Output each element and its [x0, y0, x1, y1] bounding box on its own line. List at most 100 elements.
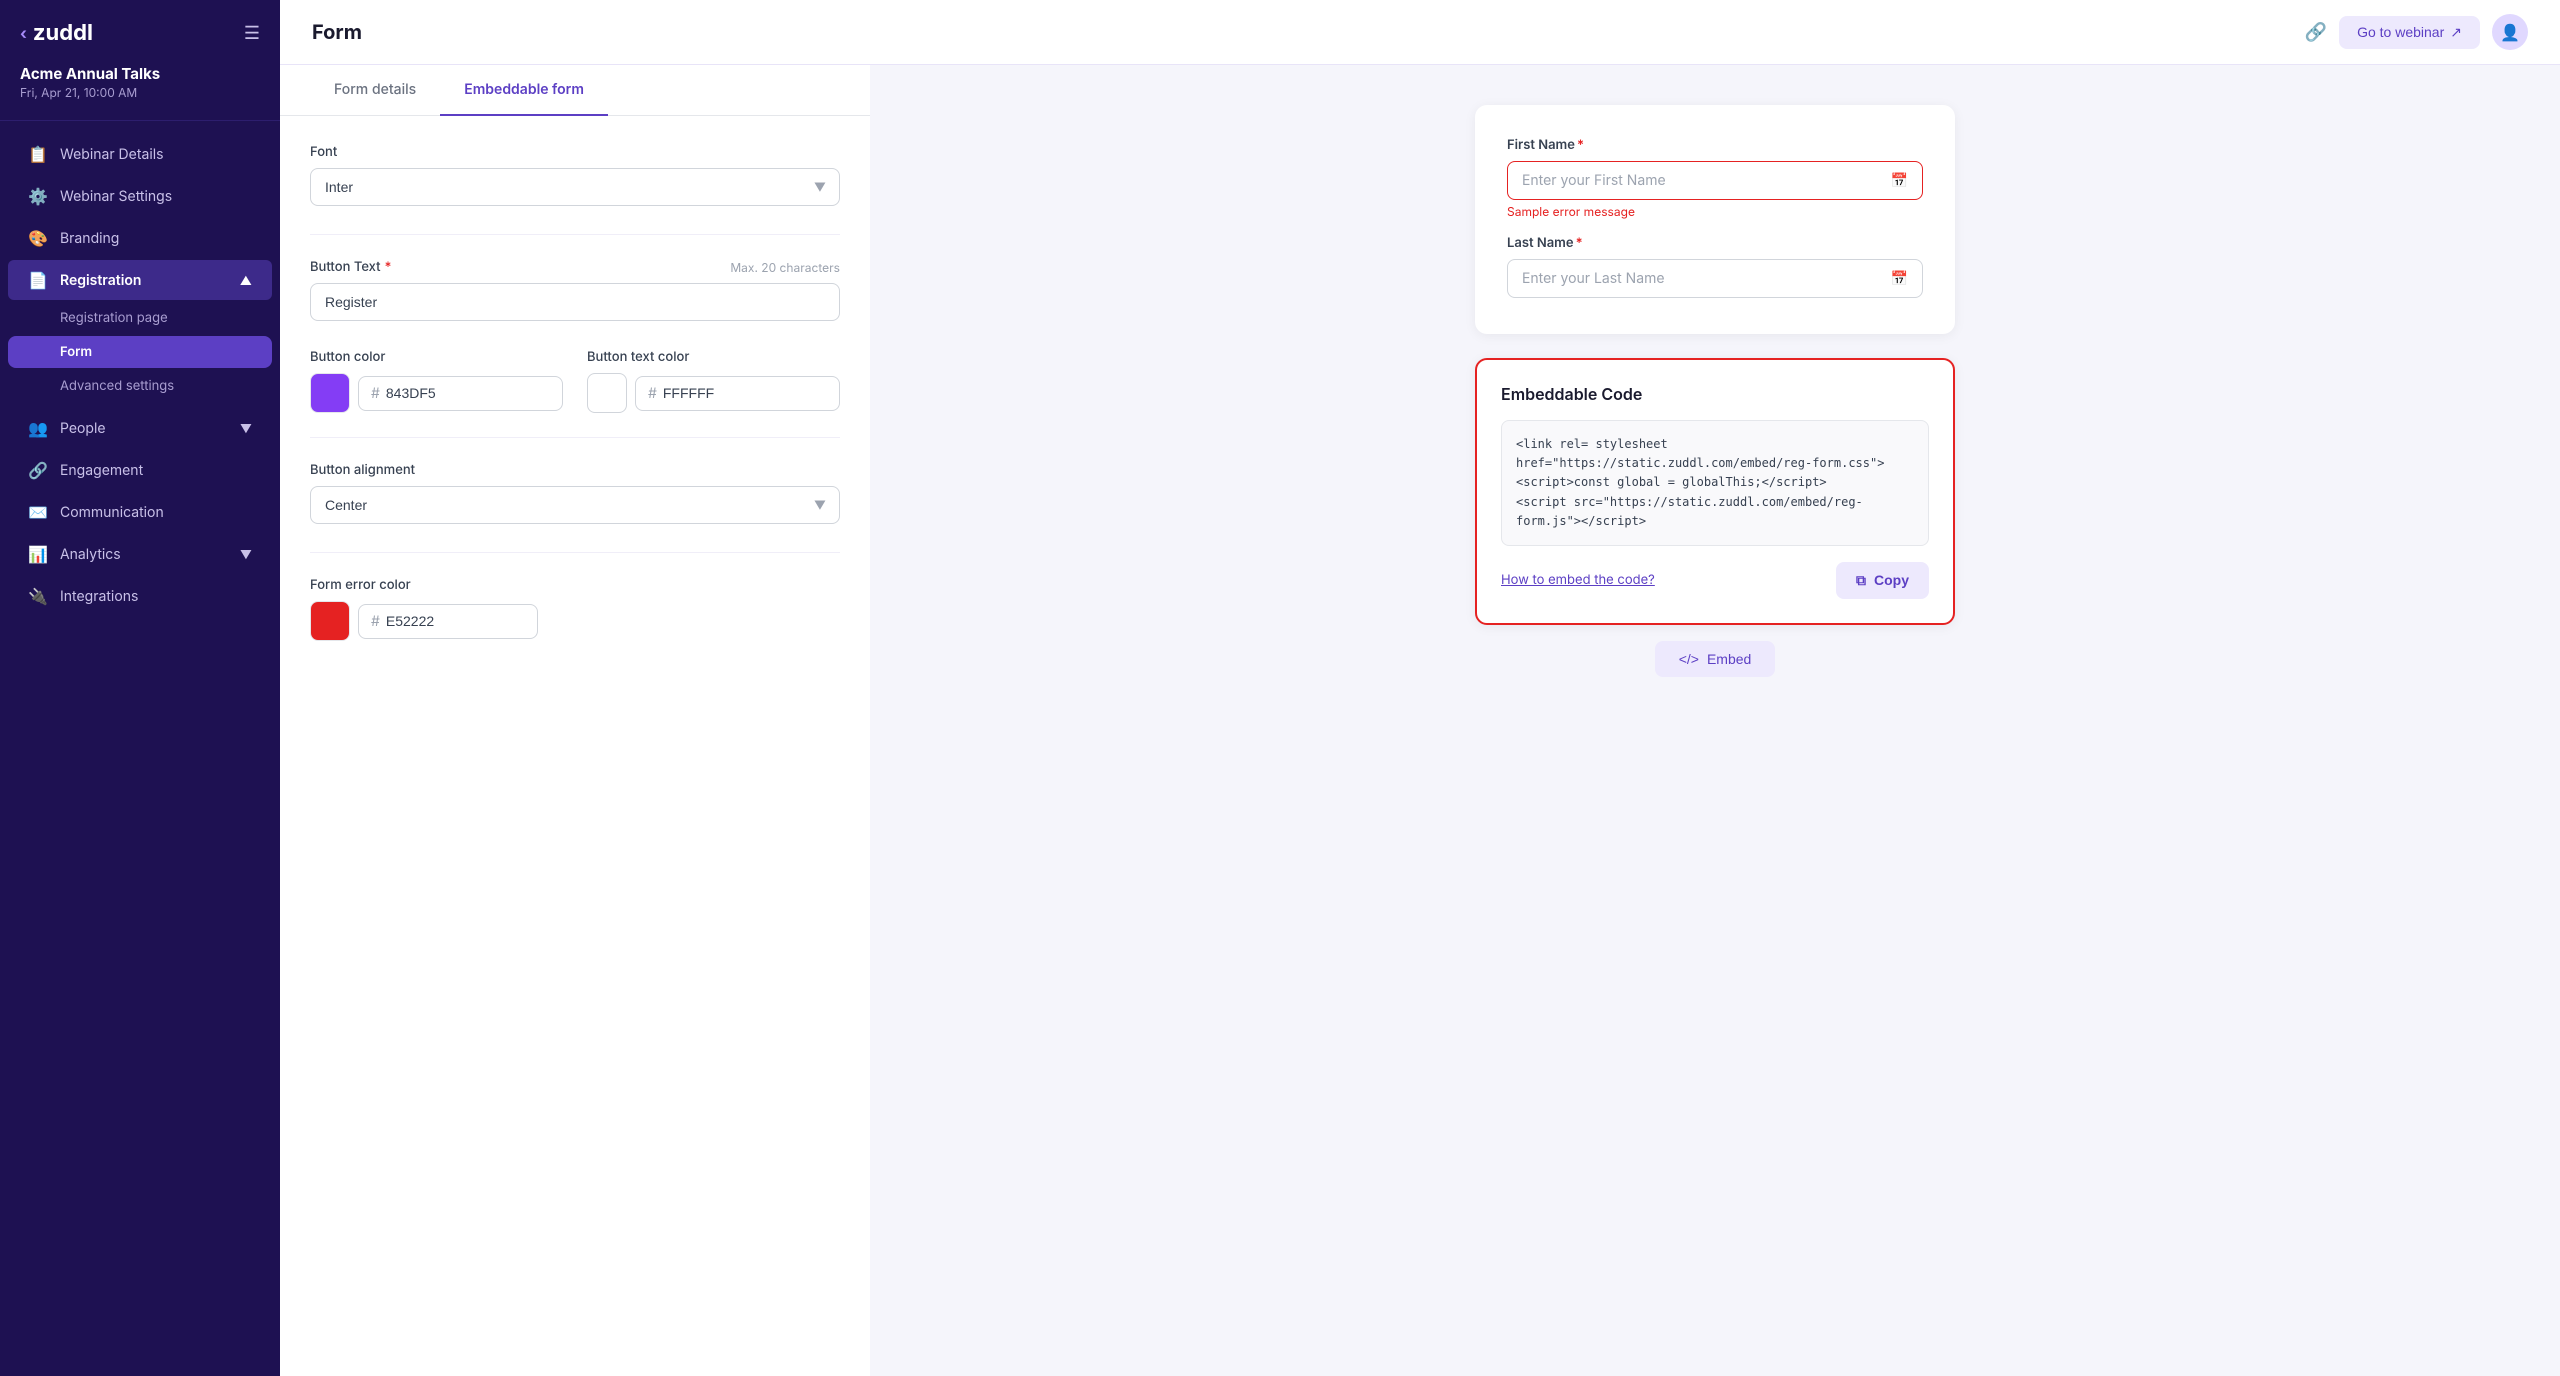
link-icon[interactable]: 🔗	[2305, 22, 2327, 43]
sidebar-item-label: Engagement	[60, 462, 143, 479]
copy-icon: ⧉	[1856, 572, 1866, 589]
first-name-preview-label: First Name *	[1507, 137, 1923, 153]
button-alignment-section: Button alignment Center Left Right ▼	[310, 462, 840, 524]
calendar-icon-2: 📅	[1891, 270, 1908, 287]
embed-card-footer: How to embed the code? ⧉ Copy	[1501, 562, 1929, 599]
analytics-icon: 📊	[28, 544, 48, 564]
event-name: Acme Annual Talks	[0, 56, 280, 85]
form-error-color-swatch[interactable]	[310, 601, 350, 641]
divider-1	[310, 234, 840, 235]
font-label: Font	[310, 144, 840, 160]
hash-symbol-2: #	[648, 385, 657, 402]
required-marker: *	[385, 259, 392, 275]
copy-button[interactable]: ⧉ Copy	[1836, 562, 1929, 599]
sidebar-item-webinar-settings[interactable]: ⚙️ Webinar Settings	[8, 176, 272, 216]
sidebar-item-branding[interactable]: 🎨 Branding	[8, 218, 272, 258]
external-link-icon: ↗	[2450, 24, 2462, 41]
button-color-hex-input[interactable]	[386, 385, 466, 401]
tab-form-details[interactable]: Form details	[310, 65, 440, 116]
sidebar-item-label: Integrations	[60, 588, 138, 605]
first-name-preview-input: Enter your First Name 📅	[1507, 161, 1923, 200]
content-area: Form details Embeddable form Font Inter …	[280, 65, 2560, 1376]
engagement-icon: 🔗	[28, 460, 48, 480]
page-title: Form	[312, 20, 362, 44]
go-to-webinar-button[interactable]: Go to webinar ↗	[2339, 16, 2480, 49]
sidebar-item-label: Registration	[60, 272, 141, 289]
button-text-color-swatch[interactable]	[587, 373, 627, 413]
tab-embeddable-form[interactable]: Embeddable form	[440, 65, 608, 116]
button-color-input-wrapper: #	[310, 373, 563, 413]
button-color-field: Button color #	[310, 349, 563, 413]
sidebar-item-webinar-details[interactable]: 📋 Webinar Details	[8, 134, 272, 174]
button-text-color-hex-input[interactable]	[663, 385, 743, 401]
button-color-hex-wrapper: #	[358, 376, 563, 411]
integrations-icon: 🔌	[28, 586, 48, 606]
sidebar-item-people[interactable]: 👥 People ▼	[8, 408, 272, 448]
chevron-down-icon: ▼	[240, 421, 252, 436]
preview-panel: First Name * Enter your First Name 📅 Sam…	[870, 65, 2560, 1376]
form-error-color-section: Form error color #	[310, 577, 840, 641]
sidebar-logo: ‹ zuddl	[20, 20, 93, 46]
copy-label: Copy	[1874, 572, 1909, 588]
code-icon: </>	[1679, 651, 1699, 667]
form-content: Font Inter Roboto Open Sans ▼	[280, 116, 870, 697]
avatar[interactable]: 👤	[2492, 14, 2528, 50]
mail-icon: ✉️	[28, 502, 48, 522]
sidebar-header: ‹ zuddl ☰	[0, 0, 280, 56]
sidebar-item-registration[interactable]: 📄 Registration ▲	[8, 260, 272, 300]
button-text-label: Button Text * Max. 20 characters	[310, 259, 840, 275]
event-date: Fri, Apr 21, 10:00 AM	[0, 85, 280, 116]
sidebar-item-registration-page[interactable]: Registration page	[8, 302, 272, 334]
alignment-select-wrapper: Center Left Right ▼	[310, 486, 840, 524]
paint-icon: 🎨	[28, 228, 48, 248]
embed-code-text: <link rel= stylesheet href="https://stat…	[1516, 437, 1884, 528]
button-color-label: Button color	[310, 349, 563, 365]
sidebar-nav: 📋 Webinar Details ⚙️ Webinar Settings 🎨 …	[0, 125, 280, 625]
tab-bar: Form details Embeddable form	[280, 65, 870, 116]
first-name-placeholder: Enter your First Name	[1522, 172, 1666, 189]
button-color-swatch[interactable]	[310, 373, 350, 413]
settings-icon: ⚙️	[28, 186, 48, 206]
sidebar-item-communication[interactable]: ✉️ Communication	[8, 492, 272, 532]
calendar-icon: 📅	[1891, 172, 1908, 189]
hash-symbol-1: #	[371, 385, 380, 402]
font-section: Font Inter Roboto Open Sans ▼	[310, 144, 840, 206]
sidebar-item-advanced-settings[interactable]: Advanced settings	[8, 370, 272, 402]
button-text-input[interactable]	[310, 283, 840, 321]
sidebar-item-label: Webinar Settings	[60, 188, 172, 205]
back-arrow-icon[interactable]: ‹	[20, 23, 27, 43]
font-select[interactable]: Inter Roboto Open Sans	[310, 168, 840, 206]
embed-label: Embed	[1707, 651, 1751, 667]
embed-code-title: Embeddable Code	[1501, 384, 1929, 404]
divider-2	[310, 437, 840, 438]
button-text-color-input-wrapper: #	[587, 373, 840, 413]
button-text-color-hex-wrapper: #	[635, 376, 840, 411]
sidebar-item-form[interactable]: Form	[8, 336, 272, 368]
people-icon: 👥	[28, 418, 48, 438]
embed-code-box: <link rel= stylesheet href="https://stat…	[1501, 420, 1929, 546]
sidebar-item-integrations[interactable]: 🔌 Integrations	[8, 576, 272, 616]
embed-code-card: Embeddable Code <link rel= stylesheet hr…	[1475, 358, 1955, 625]
embed-button[interactable]: </> Embed	[1655, 641, 1776, 677]
how-to-embed-link[interactable]: How to embed the code?	[1501, 572, 1655, 588]
sidebar-item-engagement[interactable]: 🔗 Engagement	[8, 450, 272, 490]
button-text-hint: Max. 20 characters	[730, 260, 840, 275]
sidebar: ‹ zuddl ☰ Acme Annual Talks Fri, Apr 21,…	[0, 0, 280, 1376]
sidebar-item-analytics[interactable]: 📊 Analytics ▼	[8, 534, 272, 574]
hash-symbol-3: #	[371, 613, 380, 630]
topbar: Form 🔗 Go to webinar ↗ 👤	[280, 0, 2560, 65]
button-alignment-select[interactable]: Center Left Right	[310, 486, 840, 524]
font-select-wrapper: Inter Roboto Open Sans ▼	[310, 168, 840, 206]
registration-submenu: Registration page Form Advanced settings	[0, 301, 280, 407]
last-name-preview-label: Last Name *	[1507, 235, 1923, 251]
preview-bottom: </> Embed	[1475, 625, 1955, 677]
form-error-color-input-wrapper: #	[310, 601, 840, 641]
hamburger-icon[interactable]: ☰	[244, 23, 260, 44]
clipboard-icon: 📋	[28, 144, 48, 164]
first-name-error: Sample error message	[1507, 204, 1923, 219]
form-error-color-hex-input[interactable]	[386, 613, 466, 629]
form-preview-card: First Name * Enter your First Name 📅 Sam…	[1475, 105, 1955, 334]
document-icon: 📄	[28, 270, 48, 290]
sidebar-item-label: Branding	[60, 230, 119, 247]
chevron-up-icon: ▲	[240, 273, 252, 288]
